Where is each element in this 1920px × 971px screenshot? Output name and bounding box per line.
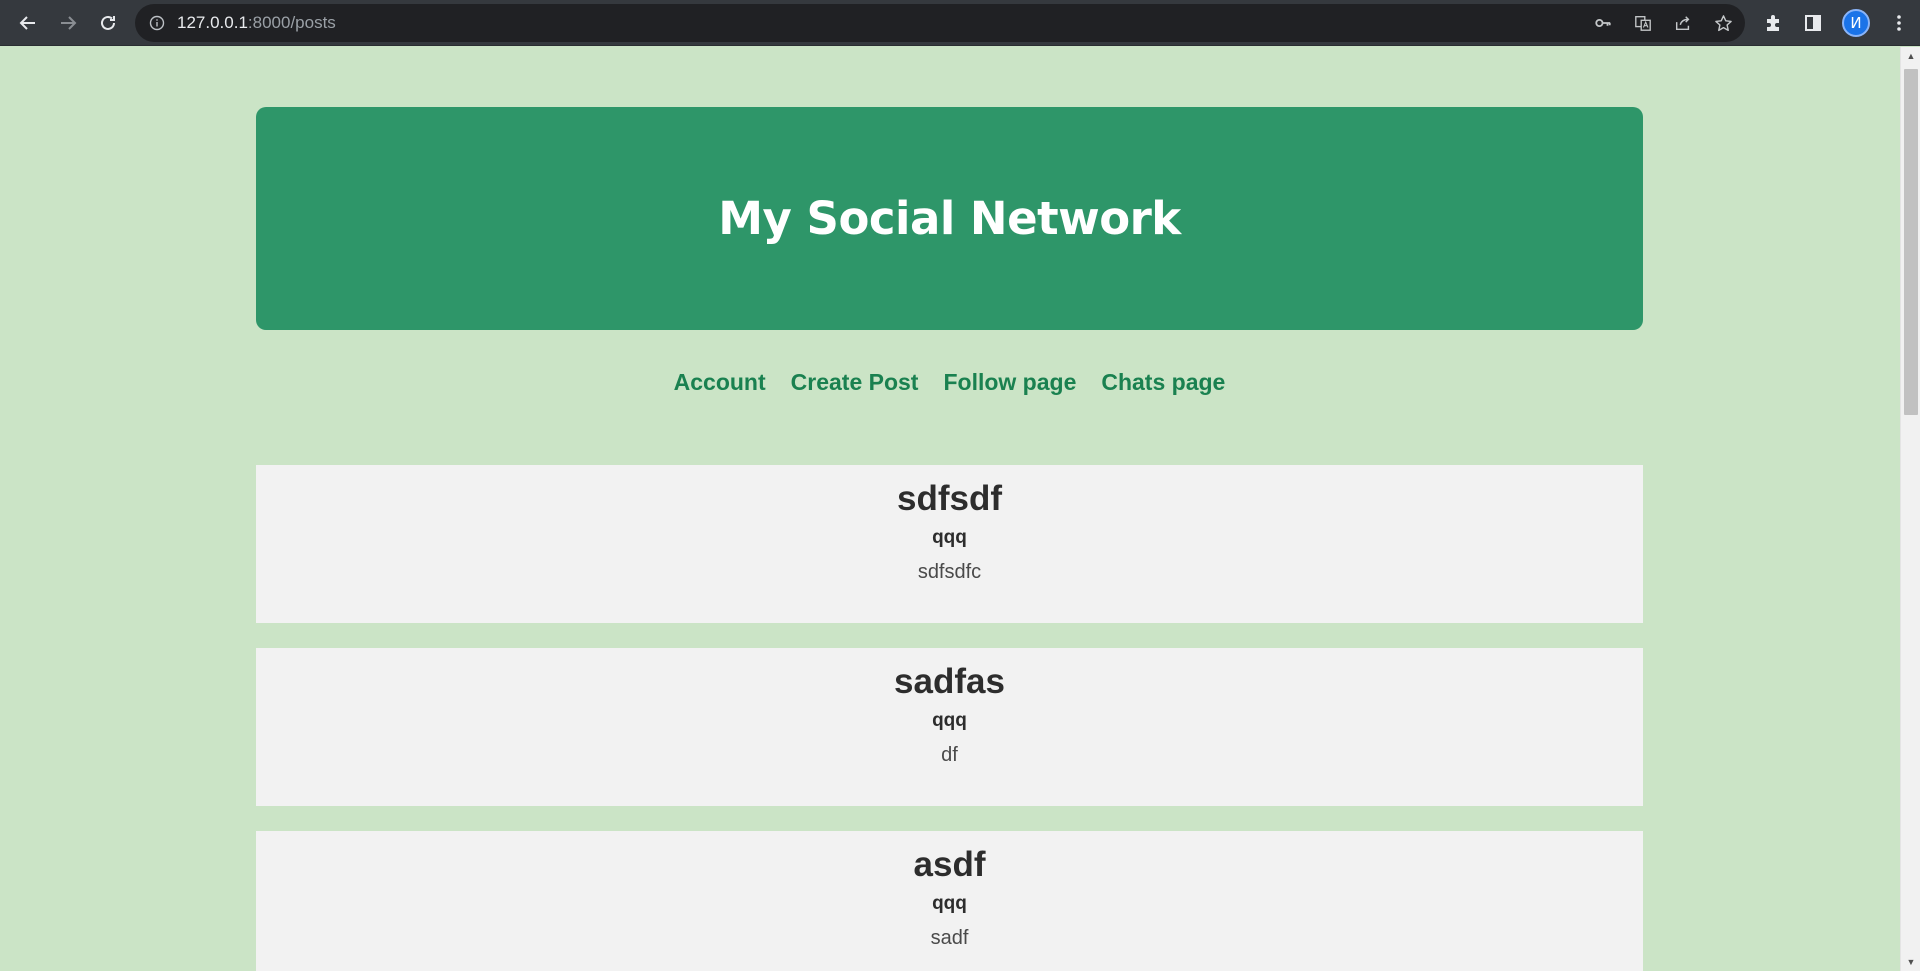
nav-link-follow-page[interactable]: Follow page: [943, 369, 1076, 399]
share-icon[interactable]: [1673, 13, 1693, 33]
post-body: df: [941, 744, 958, 766]
forward-button[interactable]: [48, 3, 88, 43]
post-card: sadfas qqq df: [256, 648, 1643, 806]
page-content: My Social Network Account Create Post Fo…: [0, 47, 1900, 971]
post-body: sadf: [930, 927, 969, 949]
post-author: qqq: [932, 527, 967, 548]
address-bar[interactable]: 127.0.0.1:8000/posts: [135, 4, 1745, 42]
post-title: sdfsdf: [897, 479, 1002, 518]
scroll-up-arrow-icon[interactable]: ▲: [1901, 47, 1920, 65]
profile-avatar[interactable]: И: [1842, 9, 1870, 37]
scrollbar-thumb[interactable]: [1904, 69, 1918, 415]
page-scrollbar[interactable]: ▲ ▼: [1900, 47, 1920, 971]
site-info-icon[interactable]: [149, 15, 165, 31]
url-text[interactable]: 127.0.0.1:8000/posts: [177, 13, 336, 33]
url-host: 127.0.0.1: [177, 13, 248, 32]
reload-icon: [101, 15, 115, 30]
post-title: sadfas: [894, 662, 1005, 701]
post-body: sdfsdfc: [917, 561, 982, 583]
forward-arrow-icon: [61, 15, 77, 30]
back-arrow-icon: [19, 15, 35, 30]
url-path: :8000/posts: [247, 13, 336, 32]
side-panel-icon[interactable]: [1802, 12, 1824, 34]
post-card: sdfsdf qqq sdfsdfc: [256, 465, 1643, 623]
post-title: asdf: [913, 845, 986, 884]
nav-link-account[interactable]: Account: [674, 369, 766, 399]
site-title: My Social Network: [718, 192, 1181, 245]
nav-link-chats-page[interactable]: Chats page: [1101, 369, 1225, 399]
browser-toolbar: 127.0.0.1:8000/posts И: [0, 0, 1920, 46]
bookmark-star-icon[interactable]: [1713, 13, 1733, 33]
extensions-puzzle-icon[interactable]: [1762, 12, 1784, 34]
site-header-banner: My Social Network: [256, 107, 1643, 330]
post-card: asdf qqq sadf: [256, 831, 1643, 971]
main-nav: Account Create Post Follow page Chats pa…: [256, 369, 1643, 399]
post-author: qqq: [932, 893, 967, 914]
key-icon[interactable]: [1593, 13, 1613, 33]
nav-link-create-post[interactable]: Create Post: [791, 369, 919, 399]
post-author: qqq: [932, 710, 967, 731]
back-button[interactable]: [8, 3, 48, 43]
translate-icon[interactable]: [1633, 13, 1653, 33]
menu-kebab-icon[interactable]: [1888, 12, 1910, 34]
scroll-down-arrow-icon[interactable]: ▼: [1901, 953, 1920, 971]
reload-button[interactable]: [88, 3, 128, 43]
